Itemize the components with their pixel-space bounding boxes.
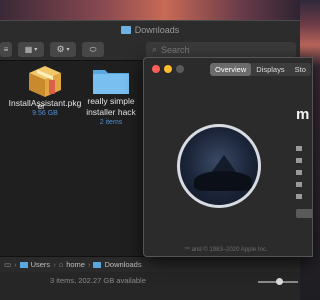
tab-bar: Overview Displays Sto [210,63,311,76]
slider-knob[interactable] [276,278,283,285]
home-icon: ⌂ [58,260,64,269]
chevron-right-icon: › [14,260,17,269]
about-titlebar: Overview Displays Sto [144,58,312,80]
tab-overview[interactable]: Overview [210,63,252,76]
folder-icon [19,261,28,268]
tab-storage[interactable]: Sto [290,63,311,76]
chevron-down-icon: ▾ [34,47,38,53]
disk-icon: ▭ [4,260,12,269]
action-button[interactable]: ⚙ ▾ [50,42,76,57]
finder-titlebar: Downloads [0,21,300,39]
chevron-right-icon: › [53,260,56,269]
minimize-button[interactable] [164,65,172,73]
list-view-icon: ≡ [3,45,9,54]
status-text: 3 items, 202.27 GB available [50,276,146,285]
path-bar: ▭ › Users › ⌂ home › Downloads [0,256,300,272]
gear-icon: ⚙ [56,44,65,54]
system-report-button[interactable] [296,209,312,218]
copyright-text: ™ and © 1983–2020 Apple Inc. [184,247,268,253]
info-line [296,158,302,163]
zoom-button[interactable] [176,65,184,73]
grid-view-icon: ▦ [24,45,33,54]
close-button[interactable] [152,65,160,73]
about-this-mac-window: Overview Displays Sto m ™ and © 1983–202… [143,57,313,257]
info-line [296,146,302,151]
folder-icon [91,64,131,96]
path-item-home[interactable]: home [66,260,85,269]
chevron-right-icon: › [87,260,91,269]
macos-logo-image [177,124,261,208]
sidebar-toggle-button[interactable]: ≡ [0,42,12,57]
status-bar: 3 items, 202.27 GB available [0,272,300,300]
search-icon: ⌕ [152,44,158,54]
package-icon [27,64,63,98]
path-item-users[interactable]: Users [31,260,51,269]
info-line [296,194,302,199]
window-title: Downloads [134,25,180,35]
path-item-downloads[interactable]: Downloads [104,260,141,269]
search-placeholder: Search [161,44,190,55]
info-line [296,182,302,187]
os-name: m [296,106,310,123]
folder-icon [120,26,131,34]
tab-displays[interactable]: Displays [251,63,289,76]
view-options-button[interactable]: ▦ ▾ [18,42,44,57]
tag-button[interactable]: ⬭ [82,42,104,57]
folder-icon [93,261,102,268]
chevron-down-icon: ▾ [66,47,70,53]
search-field[interactable]: ⌕ Search [146,42,296,57]
tag-icon: ⬭ [89,44,97,54]
icon-size-slider[interactable] [258,278,298,285]
info-line [296,170,302,175]
